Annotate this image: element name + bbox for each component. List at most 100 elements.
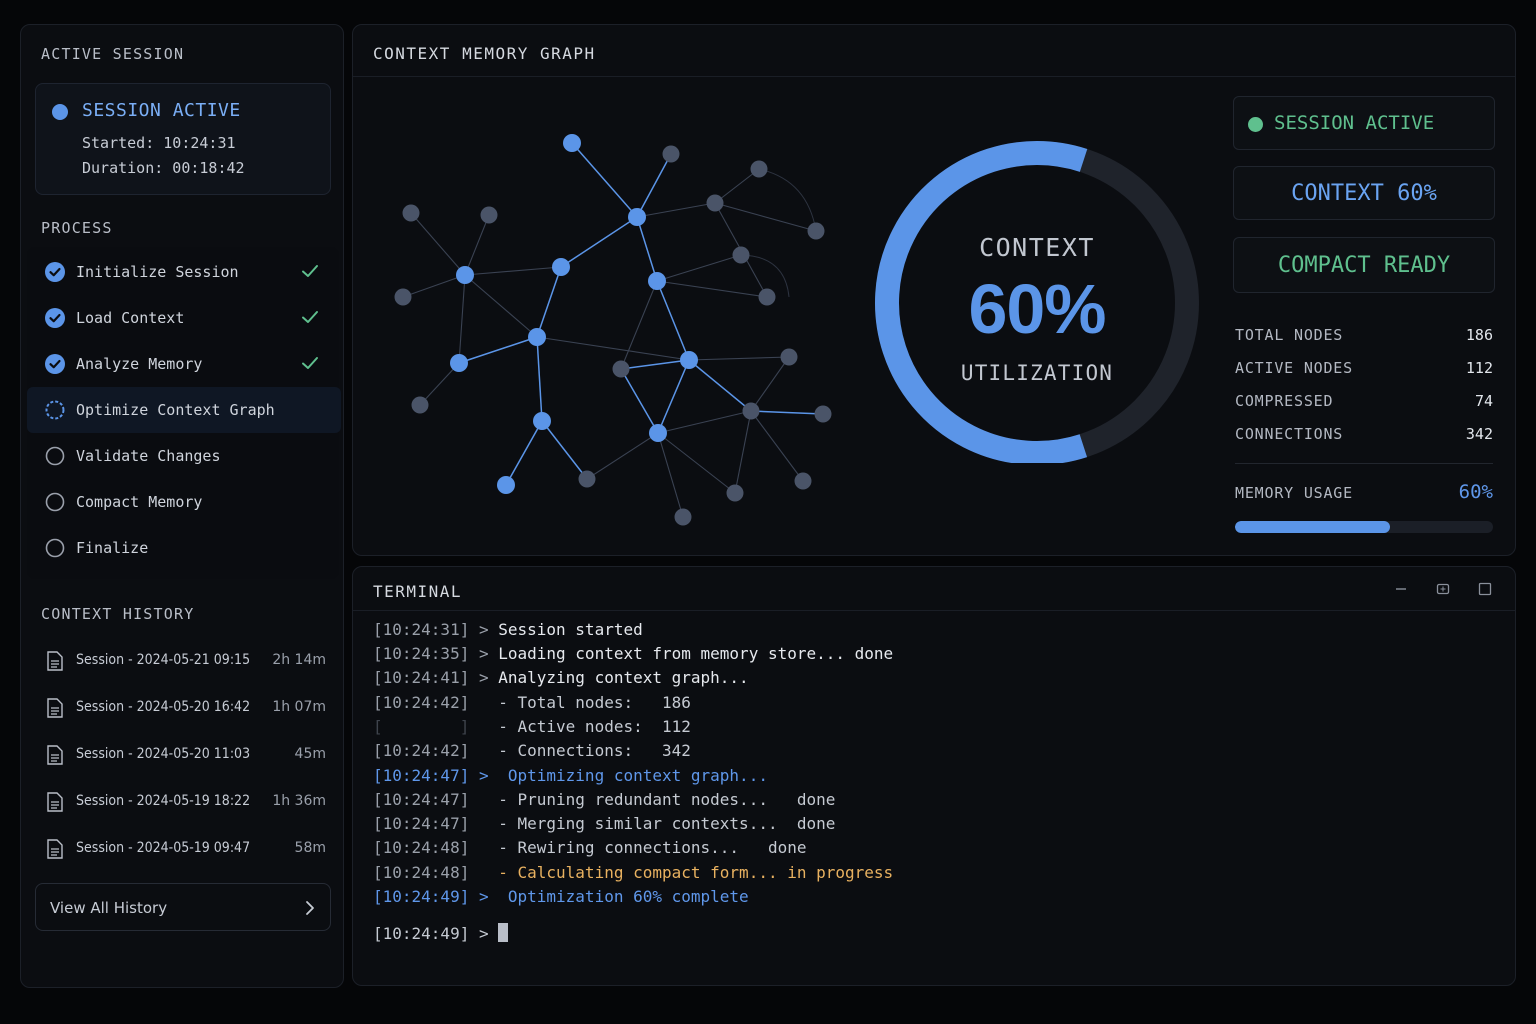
graph-node-active[interactable] <box>563 134 581 152</box>
process-step-label: Load Context <box>76 309 185 327</box>
process-step-label: Compact Memory <box>76 493 203 511</box>
session-active-text: SESSION ACTIVE <box>1274 112 1435 134</box>
graph-node[interactable] <box>758 288 776 306</box>
process-step[interactable]: Validate Changes <box>27 433 341 479</box>
graph-node[interactable] <box>732 246 750 264</box>
graph-node-active[interactable] <box>628 208 646 226</box>
context-network-graph[interactable] <box>353 77 853 547</box>
maximize-icon[interactable] <box>1477 581 1493 597</box>
graph-edge <box>505 420 543 486</box>
terminal-header: TERMINAL <box>353 567 1515 611</box>
history-item-duration: 45m <box>294 746 326 762</box>
history-item-duration: 58m <box>294 840 326 856</box>
session-active-dot <box>1248 117 1263 132</box>
process-step-current[interactable]: Optimize Context Graph <box>27 387 341 433</box>
document-icon <box>47 651 63 671</box>
graph-node[interactable] <box>402 204 420 222</box>
graph-edge <box>402 274 466 298</box>
graph-node-active[interactable] <box>552 258 570 276</box>
graph-edge <box>620 280 658 370</box>
history-item[interactable]: Session - 2024-05-20 11:03 45m <box>41 743 331 773</box>
graph-node-active[interactable] <box>497 476 515 494</box>
graph-node[interactable] <box>726 484 744 502</box>
compact-ready-text: COMPACT READY <box>1277 253 1451 278</box>
graph-node[interactable] <box>814 405 832 423</box>
process-step[interactable]: Initialize Session <box>27 249 341 295</box>
session-card: SESSION ACTIVE Started: 10:24:31 Duratio… <box>35 83 331 195</box>
history-item[interactable]: Session - 2024-05-21 09:15 2h 14m <box>41 649 331 679</box>
graph-node[interactable] <box>706 194 724 212</box>
stat-connections: CONNECTIONS 342 <box>1235 425 1493 449</box>
graph-edge <box>688 356 790 361</box>
stat-value: 112 <box>1465 359 1493 377</box>
active-session-title: ACTIVE SESSION <box>41 45 185 63</box>
memory-usage-value: 60% <box>1458 481 1493 503</box>
memory-usage-fill <box>1235 521 1390 533</box>
graph-node[interactable] <box>578 470 596 488</box>
graph-node[interactable] <box>394 288 412 306</box>
graph-node[interactable] <box>807 222 825 240</box>
graph-node[interactable] <box>612 360 630 378</box>
terminal-line: [10:24:47] - Merging similar contexts...… <box>373 814 836 833</box>
session-status: SESSION ACTIVE <box>82 100 241 121</box>
history-item-duration: 1h 36m <box>272 793 326 809</box>
terminal-panel[interactable]: TERMINAL [10:24:31] > Session started [1… <box>352 566 1516 986</box>
stat-label: CONNECTIONS <box>1235 425 1344 443</box>
empty-circle-icon <box>45 492 65 512</box>
process-step[interactable]: Load Context <box>27 295 341 341</box>
terminal-title: TERMINAL <box>373 582 463 601</box>
restore-icon[interactable] <box>1435 581 1451 597</box>
graph-node[interactable] <box>794 472 812 490</box>
history-item[interactable]: Session - 2024-05-20 16:42 1h 07m <box>41 696 331 726</box>
graph-node-active[interactable] <box>533 412 551 430</box>
graph-node-active[interactable] <box>450 354 468 372</box>
terminal-line: [10:24:42] - Total nodes: 186 <box>373 693 691 712</box>
checkmark-icon <box>302 357 318 369</box>
process-step[interactable]: Finalize <box>27 525 341 571</box>
graph-edge <box>620 368 659 434</box>
graph-node-active[interactable] <box>528 328 546 346</box>
graph-node[interactable] <box>480 206 498 224</box>
graph-node[interactable] <box>411 396 429 414</box>
history-item[interactable]: Session - 2024-05-19 18:22 1h 36m <box>41 790 331 820</box>
check-circle-icon <box>45 354 65 374</box>
stat-label: COMPRESSED <box>1235 392 1334 410</box>
minimize-icon[interactable] <box>1393 581 1409 597</box>
graph-edge <box>636 153 672 218</box>
session-started: Started: 10:24:31 <box>82 134 236 152</box>
graph-node[interactable] <box>750 160 768 178</box>
graph-edge <box>571 142 638 218</box>
graph-edge <box>536 336 690 361</box>
graph-edge <box>620 359 690 370</box>
graph-node[interactable] <box>662 145 680 163</box>
graph-edge <box>586 432 659 480</box>
terminal-line: [10:24:47] > Optimizing context graph... <box>373 766 768 785</box>
history-item[interactable]: Session - 2024-05-19 09:47 58m <box>41 837 331 867</box>
check-circle-icon <box>45 308 65 328</box>
terminal-line: [10:24:48] - Calculating compact form...… <box>373 863 894 882</box>
view-all-history-button[interactable]: View All History <box>35 883 331 931</box>
compact-ready-badge[interactable]: COMPACT READY <box>1233 237 1495 293</box>
graph-node-active[interactable] <box>648 272 666 290</box>
session-active-badge: SESSION ACTIVE <box>1233 96 1495 150</box>
graph-edge <box>758 168 817 232</box>
graph-node-active[interactable] <box>649 424 667 442</box>
process-step-label: Initialize Session <box>76 263 239 281</box>
process-step[interactable]: Compact Memory <box>27 479 341 525</box>
terminal-line: [10:24:49] > Optimization 60% complete <box>373 887 749 906</box>
session-duration: Duration: 00:18:42 <box>82 159 245 177</box>
graph-edge <box>657 432 736 494</box>
history-item-duration: 2h 14m <box>272 652 326 668</box>
stat-label: ACTIVE NODES <box>1235 359 1353 377</box>
graph-edge <box>750 356 790 412</box>
graph-node-active[interactable] <box>456 266 474 284</box>
process-step[interactable]: Analyze Memory <box>27 341 341 387</box>
graph-node[interactable] <box>780 348 798 366</box>
graph-node[interactable] <box>674 508 692 526</box>
graph-node-active[interactable] <box>680 351 698 369</box>
graph-node[interactable] <box>742 402 760 420</box>
terminal-prompt[interactable]: [10:24:49] > <box>373 923 509 943</box>
graph-edge <box>657 432 684 518</box>
terminal-line: [10:24:48] - Rewiring connections... don… <box>373 838 807 857</box>
checkmark-icon <box>302 311 318 323</box>
